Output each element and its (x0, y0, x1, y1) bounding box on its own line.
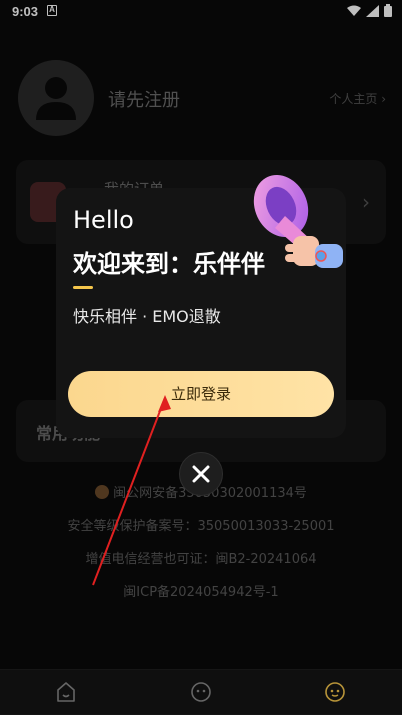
megaphone-icon (253, 174, 343, 268)
slogan-text: 快乐相伴 · EMO退散 (73, 307, 221, 326)
close-icon (192, 465, 210, 483)
close-dialog-button[interactable] (179, 452, 223, 496)
login-button[interactable]: 立即登录 (68, 371, 334, 417)
welcome-heading: 欢迎来到：乐伴伴 (73, 250, 265, 278)
accent-divider (73, 286, 93, 289)
hello-heading: Hello (73, 206, 134, 234)
